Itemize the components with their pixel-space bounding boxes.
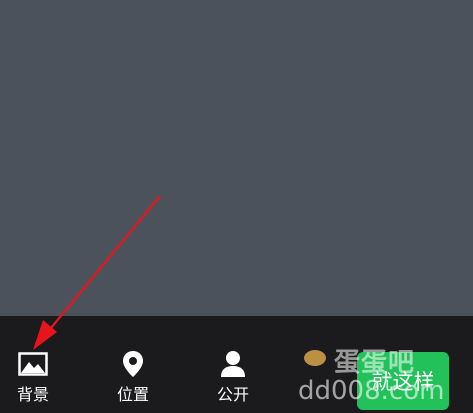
done-button[interactable]: 就这样 [357,352,449,410]
location-pin-icon [117,350,149,378]
visibility-tool-button[interactable]: 公开 [203,350,263,410]
location-tool-label: 位置 [116,385,149,404]
background-tool-button[interactable]: 背景 [3,350,63,410]
editor-screen: 背景 位置 公开 就这样 蛋蛋吧 dd008.com [0,0,473,413]
background-canvas[interactable] [0,0,473,316]
visibility-tool-label: 公开 [216,385,249,404]
image-icon [17,350,49,378]
background-tool-label: 背景 [16,385,49,404]
person-icon [217,350,249,378]
location-tool-button[interactable]: 位置 [103,350,163,410]
